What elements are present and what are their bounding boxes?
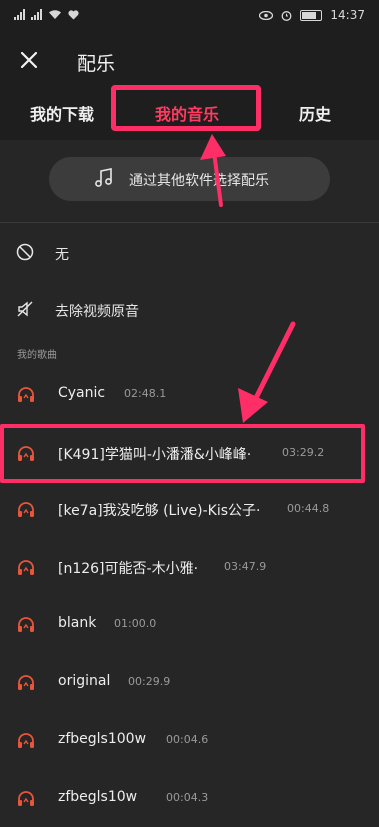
option-remove-original-label: 去除视频原音 bbox=[55, 304, 139, 320]
headphones-icon bbox=[18, 617, 34, 632]
signal-indicators bbox=[14, 9, 79, 20]
song-duration: 00:44.8 bbox=[287, 502, 330, 515]
song-title: zfbegls10w bbox=[58, 789, 138, 805]
headphones-icon bbox=[18, 733, 34, 748]
signal-icon bbox=[14, 9, 25, 20]
tab-history[interactable]: 历史 bbox=[299, 101, 331, 125]
song-item[interactable]: zfbegls10w 00:04.3 bbox=[0, 771, 379, 827]
headphones-icon bbox=[18, 560, 34, 575]
tab-my-downloads[interactable]: 我的下载 bbox=[30, 101, 94, 125]
headphones-icon bbox=[18, 675, 34, 690]
close-icon[interactable] bbox=[19, 50, 39, 70]
song-item[interactable]: [n126]可能否-木小雅· 03:47.9 bbox=[0, 540, 379, 596]
song-duration: 03:47.9 bbox=[224, 560, 267, 573]
song-item[interactable]: original 00:29.9 bbox=[0, 655, 379, 711]
song-duration: 00:04.3 bbox=[166, 791, 209, 804]
song-title: zfbegls100w bbox=[58, 731, 147, 747]
page-title: 配乐 bbox=[77, 53, 116, 75]
song-title: original bbox=[58, 673, 111, 689]
song-title: blank bbox=[58, 615, 97, 631]
music-note-icon bbox=[95, 168, 112, 187]
clock: 14:37 bbox=[330, 8, 365, 22]
status-bar: 14:37 bbox=[0, 0, 379, 32]
signal-icon-2 bbox=[31, 9, 42, 20]
annotation-tab-highlight bbox=[111, 85, 261, 131]
headphones-icon bbox=[18, 387, 34, 402]
song-duration: 00:29.9 bbox=[128, 675, 171, 688]
wifi-icon bbox=[49, 10, 61, 19]
choose-from-other-app-button[interactable]: 通过其他软件选择配乐 bbox=[49, 157, 330, 201]
alarm-icon bbox=[281, 10, 292, 21]
song-item[interactable]: Cyanic 02:48.1 bbox=[0, 367, 379, 423]
headphones-icon bbox=[18, 502, 34, 517]
divider bbox=[0, 222, 379, 223]
song-title: Cyanic bbox=[58, 385, 106, 401]
option-none[interactable]: 无 bbox=[0, 231, 379, 275]
annotation-song-highlight bbox=[0, 424, 365, 483]
eye-icon bbox=[259, 10, 274, 20]
no-music-icon bbox=[16, 243, 34, 261]
option-remove-original-audio[interactable]: 去除视频原音 bbox=[0, 288, 379, 332]
top-bar: 配乐 bbox=[0, 32, 379, 88]
song-item[interactable]: zfbegls100w 00:04.6 bbox=[0, 713, 379, 769]
option-none-label: 无 bbox=[55, 247, 69, 263]
song-item[interactable]: [ke7a]我没吃够 (Live)-Kis公子· 00:44.8 bbox=[0, 482, 379, 538]
section-title-my-songs: 我的歌曲 bbox=[17, 350, 57, 361]
choose-button-label: 通过其他软件选择配乐 bbox=[129, 173, 269, 189]
song-duration: 00:04.6 bbox=[166, 733, 209, 746]
song-item[interactable]: blank 01:00.0 bbox=[0, 597, 379, 653]
song-duration: 02:48.1 bbox=[124, 387, 167, 400]
heart-icon bbox=[68, 9, 79, 19]
battery-icon bbox=[300, 9, 323, 21]
mute-icon bbox=[17, 301, 33, 317]
song-duration: 01:00.0 bbox=[114, 617, 157, 630]
headphones-icon bbox=[18, 791, 34, 806]
song-title: [ke7a]我没吃够 (Live)-Kis公子· bbox=[58, 503, 261, 519]
song-title: [n126]可能否-木小雅· bbox=[58, 561, 199, 577]
